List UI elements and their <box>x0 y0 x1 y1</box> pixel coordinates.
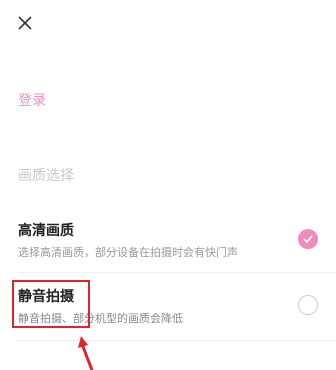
option-hd-quality[interactable]: 高清画质 选择高清画质，部分设备在拍摄时会有快门声 <box>0 212 336 272</box>
annotation-highlight-box <box>12 280 90 328</box>
quality-section-title: 画质选择 <box>18 168 74 184</box>
radio-unchecked[interactable] <box>298 295 318 315</box>
close-icon <box>18 16 32 30</box>
close-button[interactable] <box>14 12 36 34</box>
checkmark-icon <box>303 235 313 244</box>
divider <box>18 272 336 273</box>
option-title: 高清画质 <box>18 223 74 239</box>
option-description: 选择高清画质，部分设备在拍摄时会有快门声 <box>18 246 238 259</box>
login-link[interactable]: 登录 <box>18 90 46 110</box>
radio-checked[interactable] <box>298 229 318 249</box>
annotation-arrow-icon <box>78 336 94 370</box>
